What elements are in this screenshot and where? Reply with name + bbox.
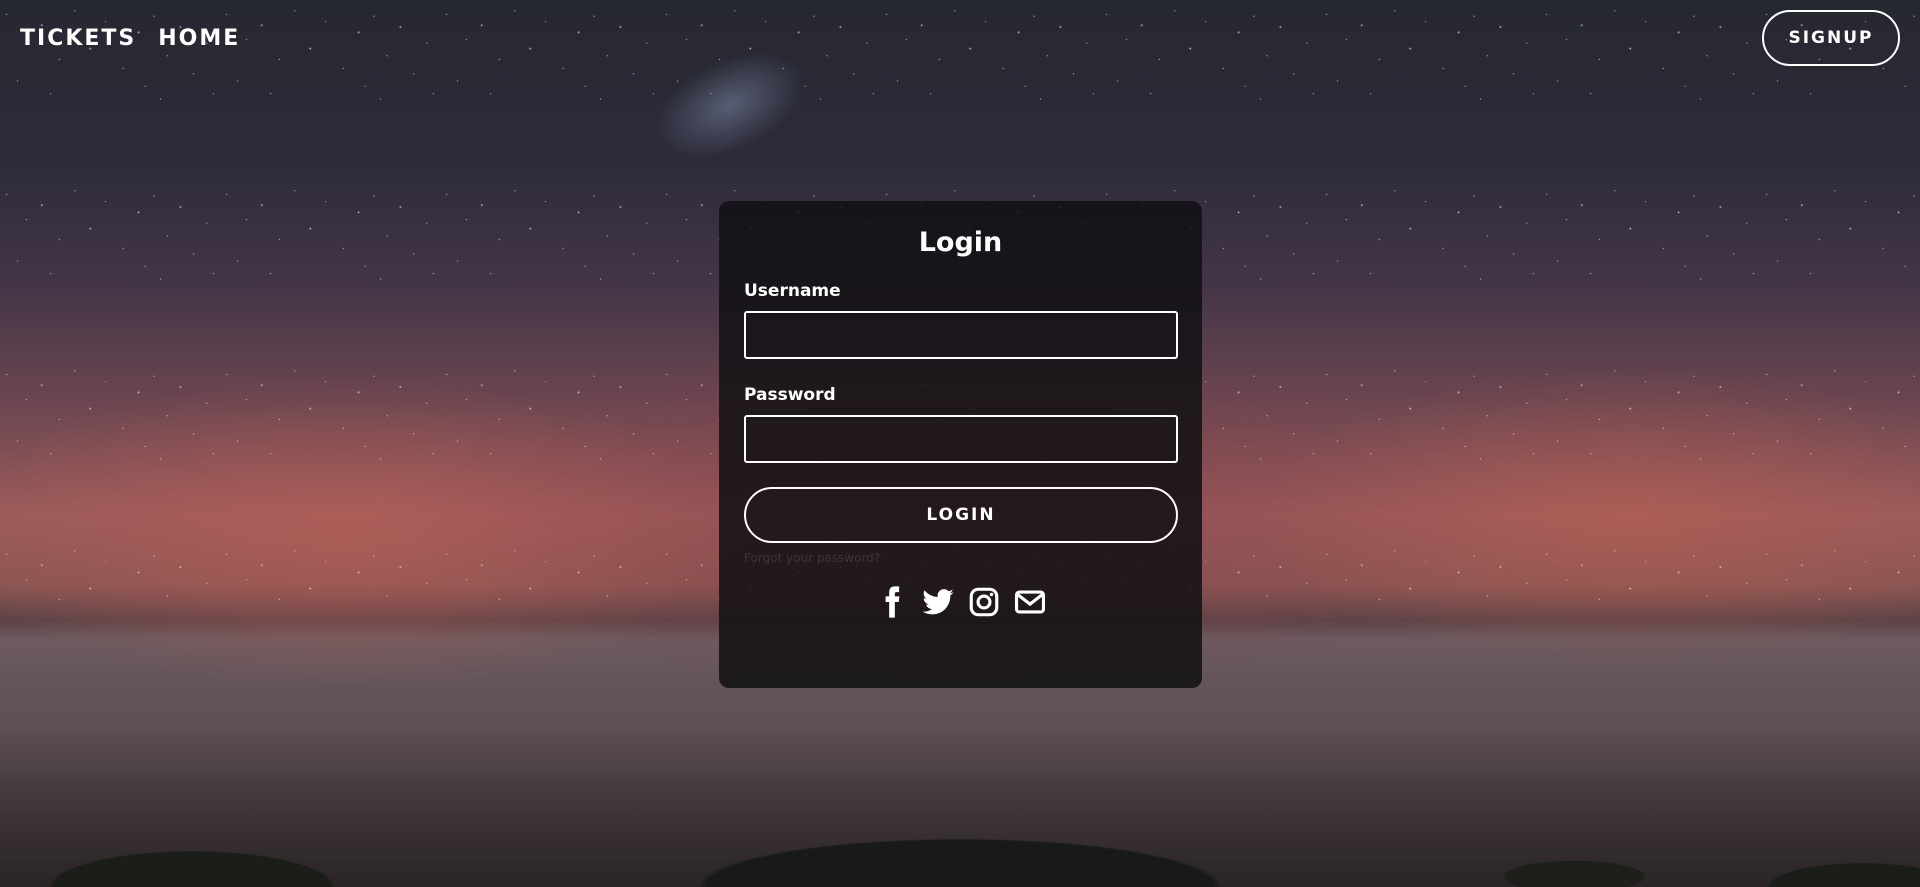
signup-button[interactable]: SIGNUP [1762, 10, 1900, 66]
forgot-password-link[interactable]: Forgot your password? [744, 551, 1177, 567]
password-label: Password [744, 385, 836, 405]
instagram-icon[interactable] [967, 585, 1001, 619]
nav-link-home[interactable]: HOME [158, 26, 240, 51]
nav-link-tickets[interactable]: TICKETS [20, 26, 136, 51]
username-label: Username [744, 281, 841, 301]
login-card: Login Username Password LOGIN Forgot you… [719, 201, 1202, 688]
password-input[interactable] [744, 415, 1178, 463]
login-title: Login [918, 227, 1003, 258]
social-links [744, 585, 1177, 619]
background-rocks [0, 757, 1920, 887]
login-button[interactable]: LOGIN [744, 487, 1178, 543]
envelope-icon[interactable] [1013, 585, 1047, 619]
top-nav: TICKETS HOME [20, 26, 240, 51]
background-galaxy [638, 30, 822, 180]
facebook-icon[interactable] [875, 585, 909, 619]
twitter-icon[interactable] [921, 585, 955, 619]
username-input[interactable] [744, 311, 1178, 359]
